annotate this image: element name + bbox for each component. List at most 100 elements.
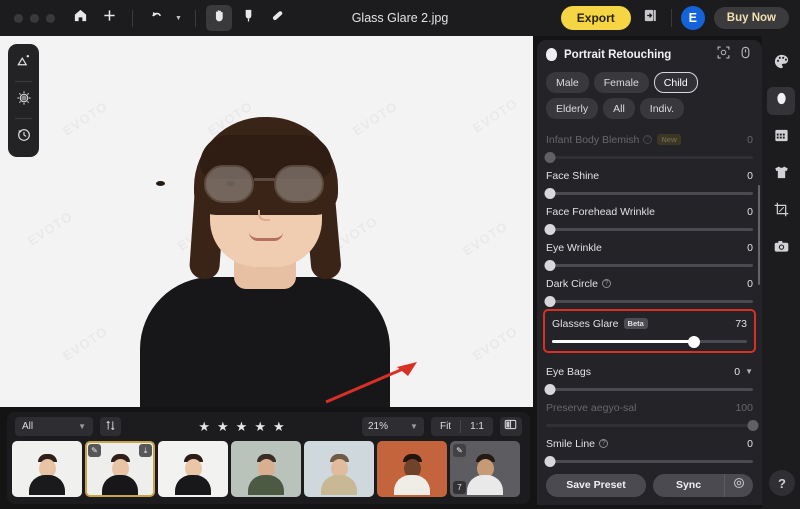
star-2[interactable]: ★ — [217, 419, 229, 435]
slider-label-preserve-aegyo-sal: Preserve aegyo-sal — [546, 402, 636, 414]
info-icon[interactable]: ? — [602, 279, 611, 288]
portrait-subject — [130, 77, 400, 407]
slider-knob-preserve-aegyo-sal[interactable] — [748, 420, 759, 431]
star-1[interactable]: ★ — [198, 419, 210, 435]
info-icon[interactable]: ? — [599, 439, 608, 448]
category-pill-male[interactable]: Male — [546, 72, 589, 93]
rail-item-texture[interactable] — [767, 124, 795, 152]
panel-power-toggle[interactable] — [738, 47, 753, 62]
slider-label-dark-circle: Dark Circle — [546, 278, 598, 290]
left-rail-item-image-adjust[interactable] — [11, 50, 37, 76]
thumbnail-count-badge: 7 — [453, 481, 466, 494]
split-view-button[interactable] — [500, 417, 522, 436]
category-pill-all[interactable]: All — [603, 98, 635, 119]
star-5[interactable]: ★ — [273, 419, 285, 435]
clothing-shirt-icon — [773, 164, 790, 186]
actions-divider — [671, 9, 672, 27]
subject-glasses — [198, 165, 336, 203]
slider-track-face-forehead-wrinkle[interactable] — [546, 228, 753, 231]
zoom-dropdown[interactable]: 21% ▼ — [362, 417, 424, 436]
export-to-button[interactable] — [640, 7, 662, 29]
top-actions: Export E Buy Now — [561, 6, 789, 30]
thumbnail-1[interactable] — [12, 441, 82, 497]
buy-now-button[interactable]: Buy Now — [714, 7, 789, 29]
left-rail-item-history[interactable] — [11, 124, 37, 150]
thumbnail-3[interactable] — [158, 441, 228, 497]
add-button[interactable] — [96, 5, 122, 31]
image-canvas[interactable]: EVOTO EVOTO EVOTO EVOTO EVOTO EVOTO EVOT… — [0, 36, 533, 407]
slider-label-face-shine: Face Shine — [546, 170, 599, 182]
slider-knob-eye-wrinkle[interactable] — [545, 260, 556, 271]
thumbnail-4[interactable] — [231, 441, 301, 497]
thumbnail-5[interactable] — [304, 441, 374, 497]
filter-dropdown[interactable]: All ▼ — [15, 417, 93, 436]
new-badge: New — [657, 134, 680, 145]
info-icon[interactable]: ? — [643, 135, 652, 144]
slider-track-eye-bags[interactable] — [546, 388, 753, 391]
help-button[interactable]: ? — [769, 470, 795, 496]
undo-history-dropdown[interactable]: ▼ — [172, 5, 185, 31]
home-button[interactable] — [67, 5, 93, 31]
subject-mouth — [249, 232, 283, 241]
slider-track-face-shine[interactable] — [546, 192, 753, 195]
star-4[interactable]: ★ — [254, 419, 266, 435]
beta-badge: Beta — [624, 318, 648, 329]
sync-settings-button[interactable] — [724, 474, 753, 497]
slider-value-dark-circle: 0 — [747, 278, 753, 290]
left-rail-divider-2 — [15, 118, 32, 119]
panel-scrollbar[interactable] — [758, 185, 761, 285]
left-rail-item-brightness[interactable] — [11, 87, 37, 113]
chevron-down-icon: ▼ — [78, 422, 86, 431]
toolbar-divider-2 — [195, 10, 196, 27]
category-pill-indiv[interactable]: Indiv. — [640, 98, 684, 119]
star-3[interactable]: ★ — [236, 419, 248, 435]
slider-row-smile-line: Smile Line?0 — [546, 429, 753, 465]
category-pill-female[interactable]: Female — [594, 72, 649, 93]
panel-title: Portrait Retouching — [564, 49, 709, 61]
slider-track-infant-body-blemish[interactable] — [546, 156, 753, 159]
avatar[interactable]: E — [681, 6, 705, 30]
sync-button[interactable]: Sync — [653, 479, 724, 491]
brush-tool-button[interactable] — [235, 5, 261, 31]
slider-knob-face-forehead-wrinkle[interactable] — [545, 224, 556, 235]
slider-knob-infant-body-blemish[interactable] — [545, 152, 556, 163]
slider-track-glasses-glare[interactable] — [552, 340, 747, 343]
watermark: EVOTO — [460, 219, 510, 259]
slider-track-preserve-aegyo-sal[interactable] — [546, 424, 753, 427]
one-to-one-button[interactable]: 1:1 — [461, 417, 493, 436]
slider-knob-face-shine[interactable] — [545, 188, 556, 199]
slider-track-smile-line[interactable] — [546, 460, 753, 463]
chevron-down-icon[interactable]: ▼ — [745, 367, 753, 376]
hand-tool-icon — [212, 8, 227, 28]
save-preset-button[interactable]: Save Preset — [546, 474, 646, 497]
slider-track-eye-wrinkle[interactable] — [546, 264, 753, 267]
rail-item-camera[interactable] — [767, 235, 795, 263]
window-maximize-button[interactable] — [46, 14, 55, 23]
palette-icon — [773, 53, 790, 75]
thumbnail-6[interactable] — [377, 441, 447, 497]
category-pill-elderly[interactable]: Elderly — [546, 98, 598, 119]
face-detect-button[interactable] — [716, 47, 731, 62]
rail-item-clothing[interactable] — [767, 161, 795, 189]
slider-knob-glasses-glare[interactable] — [688, 336, 700, 348]
hand-tool-button[interactable] — [206, 5, 232, 31]
rail-item-portrait[interactable] — [767, 87, 795, 115]
slider-row-eye-wrinkle: Eye Wrinkle0 — [546, 233, 753, 269]
window-close-button[interactable] — [14, 14, 23, 23]
healing-tool-button[interactable] — [264, 5, 290, 31]
sort-button[interactable] — [100, 417, 121, 436]
fit-button[interactable]: Fit — [431, 417, 460, 436]
slider-knob-dark-circle[interactable] — [545, 296, 556, 307]
category-pill-child[interactable]: Child — [654, 72, 698, 93]
window-minimize-button[interactable] — [30, 14, 39, 23]
slider-row-header: Smile Line?0 — [546, 436, 753, 451]
export-button[interactable]: Export — [561, 6, 631, 30]
slider-track-dark-circle[interactable] — [546, 300, 753, 303]
undo-button[interactable] — [143, 5, 169, 31]
thumbnail-2[interactable]: ✎⤓ — [85, 441, 155, 497]
thumbnail-7[interactable]: ✎7 — [450, 441, 520, 497]
history-icon — [16, 127, 32, 148]
slider-label-eye-bags: Eye Bags — [546, 366, 591, 378]
rail-item-crop[interactable] — [767, 198, 795, 226]
rail-item-palette[interactable] — [767, 50, 795, 78]
